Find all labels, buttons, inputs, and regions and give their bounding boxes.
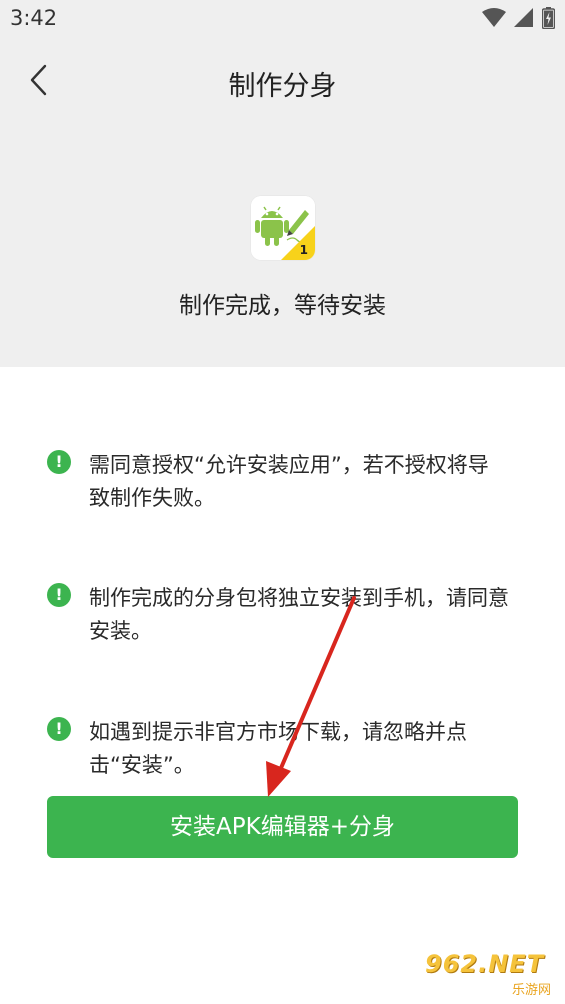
status-time: 3:42: [10, 6, 58, 30]
exclamation-icon: !: [47, 450, 71, 474]
app-badge: 1: [299, 243, 308, 257]
notice-text: 需同意授权“允许安装应用”，若不授权将导致制作失败。: [89, 453, 489, 510]
android-app-editor-icon: 1: [251, 196, 315, 260]
watermark-subtext: 乐游网: [511, 983, 551, 998]
exclamation-icon: !: [47, 583, 71, 607]
watermark-text: 962.NET: [425, 950, 545, 978]
exclamation-icon: !: [47, 717, 71, 741]
wifi-icon: [482, 8, 506, 32]
status-message: 制作完成，等待安装: [179, 293, 386, 319]
notice-text: 制作完成的分身包将独立安装到手机，请同意安装。: [89, 586, 509, 643]
status-icons: [482, 7, 556, 33]
signal-icon: [514, 8, 534, 32]
install-button[interactable]: 安装APK编辑器+分身: [47, 796, 518, 858]
page-title: 制作分身: [228, 71, 337, 102]
battery-icon: [541, 7, 556, 33]
watermark: 962.NET 乐游网: [417, 950, 557, 998]
status-bar: 3:42: [0, 0, 565, 38]
notice-text: 如遇到提示非官方市场下载，请忽略并点击“安装”。: [89, 720, 467, 777]
title-bar: 制作分身: [0, 50, 565, 114]
